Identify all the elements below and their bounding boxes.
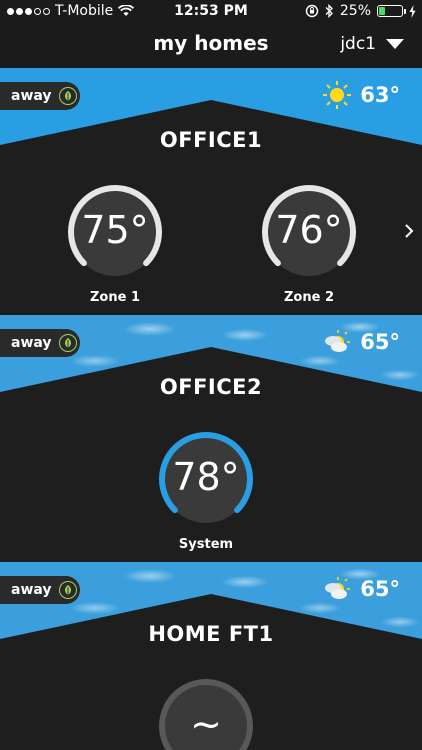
zone-temperature: 78° — [172, 455, 240, 499]
partly-cloudy-icon — [325, 330, 351, 352]
weather-info: 65° — [322, 574, 400, 604]
status-right: 25% — [305, 3, 416, 19]
outdoor-temp: 65° — [360, 577, 400, 601]
rotation-lock-icon — [305, 4, 319, 18]
home-name: OFFICE2 — [159, 375, 263, 399]
zone-dial-system[interactable]: 78° System — [156, 429, 256, 552]
status-bar: T-Mobile 12:53 PM 25% — [0, 0, 422, 24]
leaf-icon — [58, 334, 77, 352]
home-card-office2[interactable]: away 65° OFFICE2 78° System — [0, 315, 422, 562]
home-name: HOME FT1 — [148, 622, 274, 646]
away-mode-button[interactable]: away — [0, 329, 80, 357]
nav-bar: my homes jdc1 — [0, 24, 422, 68]
thermostat-dial: 76° — [259, 182, 359, 282]
away-label: away — [11, 88, 52, 104]
outdoor-temp: 65° — [360, 330, 400, 354]
away-mode-button[interactable]: away — [0, 82, 80, 110]
zone-dial-loading[interactable]: ~ — [156, 676, 256, 750]
zone-temperature: ~ — [190, 702, 222, 746]
user-name: jdc1 — [340, 34, 376, 54]
away-mode-button[interactable]: away — [0, 576, 80, 604]
zone-temperature: 75° — [81, 208, 149, 252]
thermostat-dial: 75° — [65, 182, 165, 282]
partly-cloudy-icon — [325, 577, 351, 599]
zone-dial-zone1[interactable]: 75° Zone 1 — [65, 182, 165, 305]
leaf-icon — [58, 581, 77, 599]
away-label: away — [11, 335, 52, 351]
battery-percent: 25% — [339, 3, 371, 19]
home-card-office1[interactable]: away 63° OFFICE1 75° Zone 1 76° Zone 2 — [0, 68, 422, 315]
zone-dial-zone2[interactable]: 76° Zone 2 — [259, 182, 359, 305]
leaf-icon — [58, 87, 77, 105]
zone-temperature: 76° — [275, 208, 343, 252]
weather-info: 63° — [322, 80, 400, 110]
sun-icon — [323, 81, 352, 109]
charging-icon — [409, 4, 416, 18]
thermostat-dial: 78° — [156, 429, 256, 529]
caret-down-icon — [386, 39, 404, 49]
chevron-right-icon[interactable] — [404, 220, 414, 245]
bluetooth-icon — [325, 4, 333, 18]
battery-icon — [377, 5, 406, 17]
weather-info: 65° — [322, 327, 400, 357]
zone-label: System — [178, 537, 234, 552]
home-name: OFFICE1 — [159, 128, 263, 152]
away-label: away — [11, 582, 52, 598]
zone-label: Zone 1 — [89, 290, 140, 305]
user-menu-button[interactable]: jdc1 — [340, 34, 404, 54]
thermostat-dial: ~ — [156, 676, 256, 750]
outdoor-temp: 63° — [360, 83, 400, 107]
home-card-home-ft1[interactable]: away 65° HOME FT1 ~ — [0, 562, 422, 750]
zone-label: Zone 2 — [283, 290, 334, 305]
